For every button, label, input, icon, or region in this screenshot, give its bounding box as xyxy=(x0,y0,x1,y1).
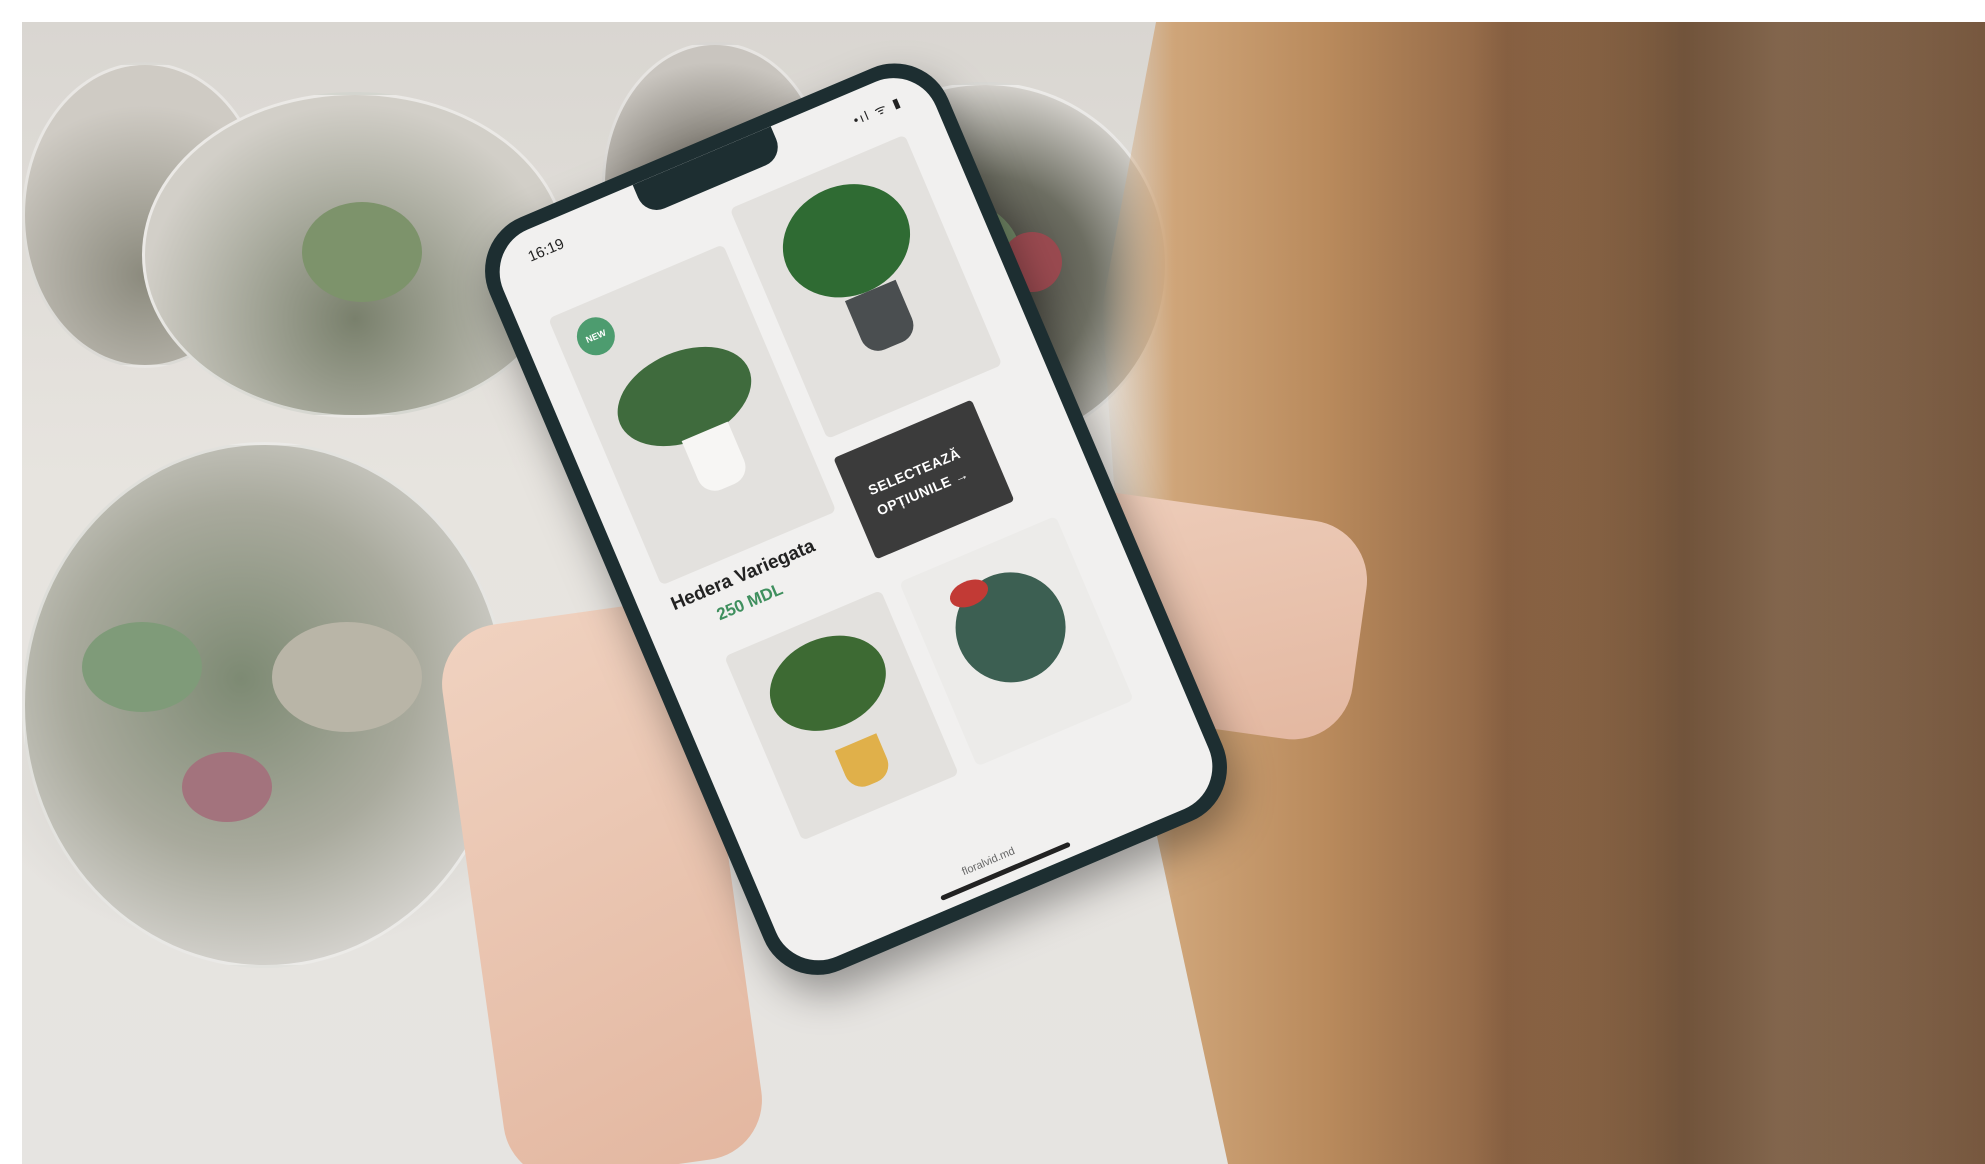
hair-shadow xyxy=(1472,22,1985,1164)
succulent xyxy=(82,622,202,712)
new-badge: NEW xyxy=(570,311,621,362)
status-icons: •ıl ᯤ ▮ xyxy=(850,93,905,128)
footer-site[interactable]: floralvid.md xyxy=(960,845,1016,878)
plant-leaves xyxy=(765,164,928,317)
succulent xyxy=(302,202,422,302)
photo-scene: 16:19 •ıl ᯤ ▮ NEW Hedera Variegata 250 M… xyxy=(22,22,1985,1164)
succulent xyxy=(182,752,272,822)
succulent xyxy=(272,622,422,732)
arrow-right-icon: → xyxy=(951,465,971,486)
plant-leaves xyxy=(755,618,901,749)
plant-leaves xyxy=(938,555,1083,700)
terrarium-bowl xyxy=(22,442,508,968)
plant-pot xyxy=(834,733,894,793)
status-time: 16:19 xyxy=(525,235,567,266)
